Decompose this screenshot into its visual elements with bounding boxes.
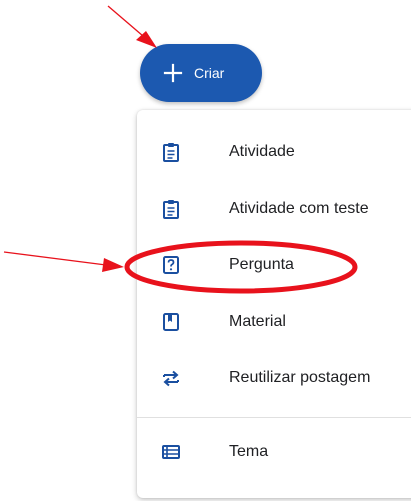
menu-item-label: Atividade bbox=[229, 143, 295, 161]
topic-icon bbox=[162, 444, 180, 459]
menu-divider bbox=[137, 416, 411, 418]
quiz-assignment-icon bbox=[163, 199, 179, 219]
plus-icon bbox=[163, 63, 183, 83]
menu-item-material[interactable]: Material bbox=[137, 294, 411, 351]
material-icon bbox=[163, 312, 179, 331]
menu-item-atividade[interactable]: Atividade bbox=[137, 124, 411, 181]
question-icon bbox=[163, 256, 179, 275]
page: Criar Atividade Atividade com teste Perg… bbox=[0, 0, 411, 501]
create-button[interactable]: Criar bbox=[140, 44, 262, 102]
menu-item-pergunta[interactable]: Pergunta bbox=[137, 237, 411, 294]
create-menu: Atividade Atividade com teste Pergunta M… bbox=[137, 110, 411, 498]
menu-item-label: Material bbox=[229, 312, 286, 330]
menu-item-label: Tema bbox=[229, 442, 269, 460]
reuse-icon bbox=[163, 370, 179, 387]
annotation-arrow-top bbox=[107, 5, 157, 48]
annotation-arrow-left bbox=[3, 251, 124, 272]
menu-item-atividade-com-teste[interactable]: Atividade com teste bbox=[137, 181, 411, 238]
assignment-icon bbox=[163, 143, 179, 163]
menu-item-label: Reutilizar postagem bbox=[229, 369, 371, 387]
create-button-label: Criar bbox=[194, 65, 225, 81]
menu-item-reutilizar-postagem[interactable]: Reutilizar postagem bbox=[137, 350, 411, 407]
menu-item-tema[interactable]: Tema bbox=[137, 424, 411, 481]
menu-item-label: Atividade com teste bbox=[229, 199, 369, 217]
menu-item-label: Pergunta bbox=[229, 256, 294, 274]
